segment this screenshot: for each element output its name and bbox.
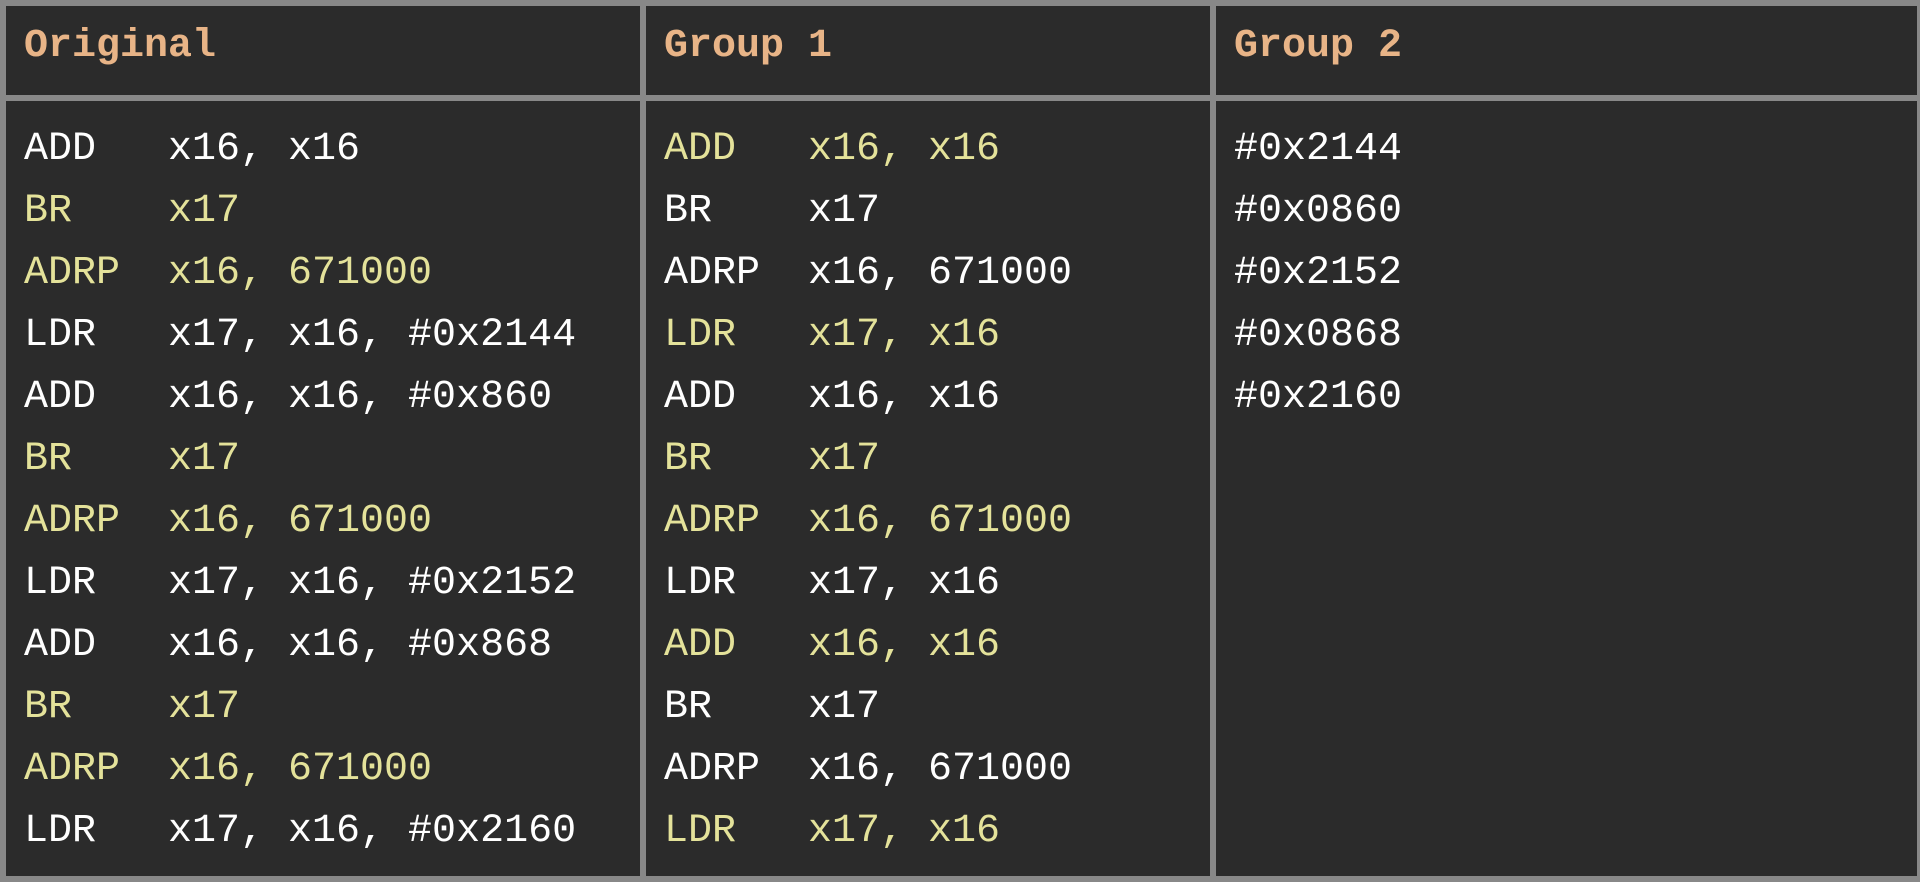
- asm-opcode: LDR: [664, 553, 808, 615]
- asm-opcode: ADRP: [664, 739, 808, 801]
- asm-row: #0x2152: [1234, 243, 1902, 305]
- asm-args: x17, x16: [808, 801, 1000, 863]
- asm-opcode: ADRP: [24, 739, 168, 801]
- asm-row: ADRPx16, 671000: [664, 243, 1192, 305]
- asm-opcode: BR: [24, 429, 168, 491]
- asm-row: ADRPx16, 671000: [664, 739, 1192, 801]
- asm-row: LDRx17, x16: [664, 801, 1192, 863]
- asm-row: ADDx16, x16: [664, 615, 1192, 677]
- asm-row: BRx17: [664, 181, 1192, 243]
- asm-opcode: LDR: [664, 305, 808, 367]
- asm-opcode: ADRP: [24, 491, 168, 553]
- asm-opcode: ADD: [664, 615, 808, 677]
- asm-opcode: ADRP: [24, 243, 168, 305]
- asm-literal: #0x2152: [1234, 243, 1402, 305]
- asm-row: BRx17: [24, 429, 622, 491]
- asm-args: x17: [168, 429, 240, 491]
- asm-args: x17: [808, 677, 880, 739]
- asm-args: x16, 671000: [808, 243, 1072, 305]
- asm-opcode: LDR: [664, 801, 808, 863]
- asm-args: x16, x16: [808, 615, 1000, 677]
- asm-opcode: BR: [664, 429, 808, 491]
- asm-opcode: ADD: [664, 367, 808, 429]
- asm-row: LDRx17, x16: [664, 553, 1192, 615]
- asm-args: x17: [168, 677, 240, 739]
- asm-args: x17: [808, 181, 880, 243]
- asm-row: LDRx17, x16, #0x2152: [24, 553, 622, 615]
- asm-args: x16, x16: [808, 367, 1000, 429]
- asm-opcode: BR: [24, 181, 168, 243]
- col-body-group1: ADDx16, x16BRx17ADRPx16, 671000LDRx17, x…: [643, 98, 1213, 879]
- asm-row: BRx17: [24, 181, 622, 243]
- asm-opcode: ADD: [24, 367, 168, 429]
- asm-opcode: BR: [664, 677, 808, 739]
- assembly-table: Original Group 1 Group 2 ADDx16, x16BRx1…: [0, 0, 1920, 882]
- asm-opcode: LDR: [24, 801, 168, 863]
- asm-row: ADDx16, x16: [664, 367, 1192, 429]
- asm-row: ADRPx16, 671000: [24, 739, 622, 801]
- asm-row: ADRPx16, 671000: [24, 491, 622, 553]
- asm-row: ADDx16, x16: [664, 119, 1192, 181]
- asm-row: ADDx16, x16, #0x868: [24, 615, 622, 677]
- asm-args: x16, x16: [168, 119, 360, 181]
- asm-args: x16, 671000: [168, 243, 432, 305]
- asm-args: x17, x16, #0x2152: [168, 553, 576, 615]
- asm-opcode: ADD: [24, 119, 168, 181]
- asm-args: x16, 671000: [168, 491, 432, 553]
- asm-row: #0x0868: [1234, 305, 1902, 367]
- asm-args: x16, 671000: [808, 739, 1072, 801]
- col-header-original: Original: [3, 3, 643, 98]
- asm-args: x17, x16: [808, 305, 1000, 367]
- asm-row: LDRx17, x16, #0x2160: [24, 801, 622, 863]
- asm-row: ADRPx16, 671000: [24, 243, 622, 305]
- asm-row: BRx17: [664, 677, 1192, 739]
- asm-row: ADRPx16, 671000: [664, 491, 1192, 553]
- asm-opcode: LDR: [24, 305, 168, 367]
- asm-args: x16, 671000: [808, 491, 1072, 553]
- asm-args: x17, x16: [808, 553, 1000, 615]
- asm-opcode: ADD: [664, 119, 808, 181]
- col-header-group1: Group 1: [643, 3, 1213, 98]
- asm-args: x17, x16, #0x2160: [168, 801, 576, 863]
- asm-args: x16, x16: [808, 119, 1000, 181]
- asm-opcode: ADD: [24, 615, 168, 677]
- asm-literal: #0x2144: [1234, 119, 1402, 181]
- asm-literal: #0x0860: [1234, 181, 1402, 243]
- col-header-group2: Group 2: [1213, 3, 1920, 98]
- asm-opcode: BR: [664, 181, 808, 243]
- asm-args: x17, x16, #0x2144: [168, 305, 576, 367]
- asm-row: #0x2160: [1234, 367, 1902, 429]
- asm-row: #0x0860: [1234, 181, 1902, 243]
- asm-row: LDRx17, x16, #0x2144: [24, 305, 622, 367]
- asm-args: x17: [808, 429, 880, 491]
- asm-row: #0x2144: [1234, 119, 1902, 181]
- asm-opcode: LDR: [24, 553, 168, 615]
- asm-literal: #0x0868: [1234, 305, 1402, 367]
- asm-opcode: ADRP: [664, 243, 808, 305]
- asm-args: x17: [168, 181, 240, 243]
- col-body-original: ADDx16, x16BRx17ADRPx16, 671000LDRx17, x…: [3, 98, 643, 879]
- asm-row: BRx17: [24, 677, 622, 739]
- asm-row: ADDx16, x16, #0x860: [24, 367, 622, 429]
- asm-args: x16, x16, #0x860: [168, 367, 552, 429]
- asm-literal: #0x2160: [1234, 367, 1402, 429]
- col-body-group2: #0x2144#0x0860#0x2152#0x0868#0x2160: [1213, 98, 1920, 879]
- asm-row: BRx17: [664, 429, 1192, 491]
- asm-args: x16, 671000: [168, 739, 432, 801]
- asm-row: ADDx16, x16: [24, 119, 622, 181]
- asm-args: x16, x16, #0x868: [168, 615, 552, 677]
- asm-opcode: ADRP: [664, 491, 808, 553]
- asm-row: LDRx17, x16: [664, 305, 1192, 367]
- asm-opcode: BR: [24, 677, 168, 739]
